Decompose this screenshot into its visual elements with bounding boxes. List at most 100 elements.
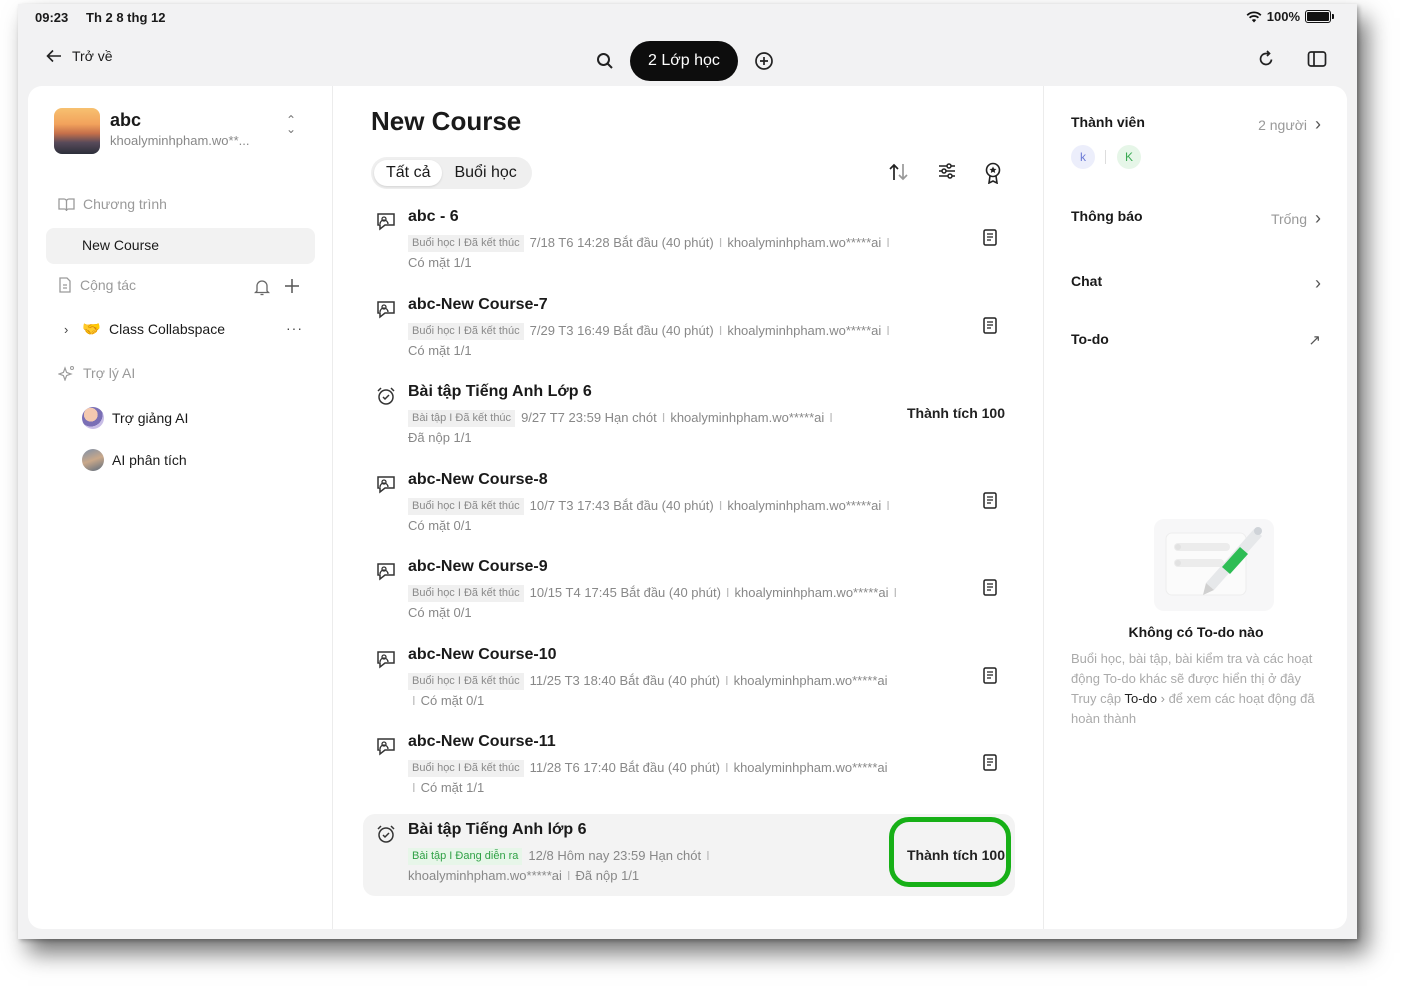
item-attendance: Có mặt 0/1	[408, 605, 472, 620]
expand-collapse-icon[interactable]: ⌃ ⌄	[286, 114, 296, 135]
empty-todo-illustration	[1154, 519, 1274, 611]
class-info-pane: Thành viên 2 người › k K Thông báo Trống ›…	[1043, 86, 1347, 929]
item-time: 7/29 T3 16:49 Bắt đầu (40 phút)	[529, 323, 714, 338]
collabspace-label: Class Collabspace	[109, 321, 225, 337]
notice-row[interactable]: Thông báo Trống ›	[1071, 208, 1321, 228]
item-meta: Buổi học I Đã kết thúc 11/28 T6 17:40 Bắt…	[408, 758, 968, 798]
session-icon	[377, 213, 395, 231]
item-time: 7/18 T6 14:28 Bắt đầu (40 phút)	[529, 235, 714, 250]
item-attendance: Có mặt 0/1	[408, 518, 472, 533]
session-icon	[377, 563, 395, 581]
item-title: abc-New Course-9	[408, 558, 548, 575]
report-icon[interactable]	[983, 492, 997, 509]
item-attendance: Có mặt 1/1	[408, 343, 472, 358]
chevron-right-icon[interactable]: ›	[64, 322, 68, 337]
item-time: 11/25 T3 18:40 Bắt đầu (40 phút)	[529, 673, 720, 688]
item-owner: khoalyminhpham.wo*****ai	[733, 760, 888, 775]
status-badge: Buổi học I Đã kết thúc	[408, 585, 524, 602]
status-badge: Buổi học I Đã kết thúc	[408, 673, 524, 690]
members-row[interactable]: Thành viên 2 người ›	[1071, 114, 1321, 134]
assignment-icon	[377, 387, 395, 405]
item-title: abc-New Course-7	[408, 296, 548, 313]
chevron-right-icon: ›	[1157, 691, 1169, 706]
item-title: abc-New Course-10	[408, 646, 557, 663]
report-icon[interactable]	[983, 317, 997, 334]
sidebar-item-label: New Course	[82, 237, 160, 253]
chat-row[interactable]: Chat ›	[1071, 273, 1321, 293]
status-badge: Bài tập I Đang diễn ra	[408, 848, 523, 865]
status-bar: 09:23 Th 2 8 thg 12 100%	[18, 4, 1357, 32]
back-label: Trở về	[72, 48, 113, 64]
session-icon	[377, 651, 395, 669]
list-item[interactable]: Bài tập Tiếng Anh Lớp 6 Bài tập I Đã kết…	[363, 376, 1015, 458]
ai-section: Trợ lý AI	[58, 365, 135, 381]
more-options-icon[interactable]: ···	[286, 320, 303, 336]
report-icon[interactable]	[983, 667, 997, 684]
member-avatar[interactable]: K	[1117, 145, 1141, 169]
search-icon[interactable]	[596, 52, 614, 70]
item-attendance: Có mặt 0/1	[420, 693, 485, 708]
status-badge: Buổi học I Đã kết thúc	[408, 323, 524, 340]
tablet-screen: 09:23 Th 2 8 thg 12 100% Trở về 2 Lớp họ…	[18, 4, 1357, 939]
sidebar-item-collabspace[interactable]: › 🤝 Class Collabspace	[64, 320, 225, 338]
back-button[interactable]: Trở về	[46, 48, 113, 64]
item-submitted: Đã nộp 1/1	[408, 430, 472, 445]
refresh-icon[interactable]	[1257, 50, 1275, 68]
filter-sliders-icon[interactable]	[938, 162, 956, 180]
external-link-icon: ↗	[1308, 332, 1321, 349]
item-meta: Bài tập I Đã kết thúc 9/27 T7 23:59 Hạn c…	[408, 410, 833, 445]
item-owner: khoalyminhpham.wo*****ai	[727, 235, 882, 250]
report-icon[interactable]	[983, 754, 997, 771]
report-icon[interactable]	[983, 229, 997, 246]
item-meta: Buổi học I Đã kết thúc 10/7 T3 17:43 Bắt …	[408, 498, 890, 533]
award-icon[interactable]	[984, 162, 1002, 184]
item-title: Bài tập Tiếng Anh Lớp 6	[408, 383, 592, 400]
empty-state-title: Không có To-do nào	[1128, 624, 1264, 640]
list-item[interactable]: abc-New Course-9 Buổi học I Đã kết thúc 1…	[363, 551, 1015, 633]
item-score: Thành tích 100	[906, 405, 1005, 421]
document-icon	[59, 277, 71, 293]
session-icon	[377, 301, 395, 319]
item-attendance: Có mặt 1/1	[420, 780, 485, 795]
item-submitted: Đã nộp 1/1	[575, 868, 640, 883]
list-item[interactable]: abc-New Course-11 Buổi học I Đã kết thúc…	[363, 726, 1015, 808]
page-title: New Course	[371, 106, 522, 136]
sidebar-toggle-icon[interactable]	[1307, 50, 1327, 68]
report-icon[interactable]	[983, 579, 997, 596]
sidebar-item-ai-analysis[interactable]: AI phân tích	[82, 449, 187, 471]
status-time: 09:23	[35, 10, 69, 25]
list-item[interactable]: abc-New Course-8 Buổi học I Đã kết thúc 1…	[363, 464, 1015, 546]
item-owner: khoalyminhpham.wo*****ai	[727, 323, 882, 338]
list-item[interactable]: abc-New Course-10 Buổi học I Đã kết thúc…	[363, 639, 1015, 721]
list-item-current[interactable]: Bài tập Tiếng Anh lớp 6 Bài tập I Đang d…	[363, 814, 1015, 896]
sparkle-icon	[58, 366, 74, 381]
list-item[interactable]: abc - 6 Buổi học I Đã kết thúc 7/18 T6 14…	[363, 201, 1015, 283]
item-attendance: Có mặt 1/1	[408, 255, 472, 270]
add-circle-icon[interactable]	[754, 51, 774, 71]
ai-tutor-avatar	[82, 407, 104, 429]
item-time: 10/7 T3 17:43 Bắt đầu (40 phút)	[529, 498, 714, 513]
tab-all[interactable]: Tất cả	[374, 160, 443, 186]
arrow-left-icon	[46, 49, 61, 63]
add-collab-icon[interactable]	[284, 278, 300, 294]
profile-name: abc	[110, 110, 142, 130]
item-meta: Buổi học I Đã kết thúc 11/25 T3 18:40 Bắt…	[408, 671, 968, 711]
todo-link[interactable]: To-do	[1124, 691, 1157, 706]
profile-switcher[interactable]: abc khoalyminhpham.wo**...	[54, 108, 249, 154]
item-title: abc-New Course-11	[408, 733, 556, 750]
item-title: abc-New Course-8	[408, 471, 548, 488]
battery-percent: 100%	[1266, 9, 1300, 24]
todo-row[interactable]: To-do ↗	[1071, 331, 1321, 349]
list-item[interactable]: abc-New Course-7 Buổi học I Đã kết thúc 7…	[363, 289, 1015, 371]
item-owner: khoalyminhpham.wo*****ai	[727, 498, 882, 513]
class-selector-button[interactable]: 2 Lớp học	[630, 41, 738, 81]
tab-sessions[interactable]: Buổi học	[442, 160, 528, 186]
sort-icon[interactable]	[888, 162, 910, 182]
program-section: Chương trình	[58, 196, 167, 212]
sidebar-item-ai-assistant[interactable]: Trợ giảng AI	[82, 407, 188, 429]
bell-icon[interactable]	[254, 279, 270, 296]
divider	[1105, 150, 1106, 164]
members-count: 2 người	[1258, 116, 1307, 133]
member-avatar[interactable]: k	[1071, 145, 1095, 169]
status-date: Th 2 8 thg 12	[86, 10, 166, 25]
